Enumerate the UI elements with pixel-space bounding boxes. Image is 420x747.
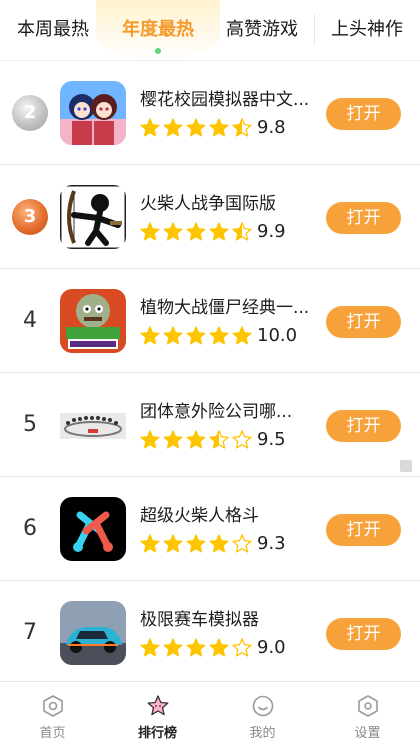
- nav-ranking-label: 排行榜: [137, 726, 177, 741]
- star-rating: [139, 532, 254, 556]
- rank-number: 6: [23, 516, 37, 541]
- list-item[interactable]: 6 超级火柴人格斗 9.3 打开: [0, 477, 420, 581]
- star-rating: [139, 324, 254, 348]
- medal-rank: 2: [23, 102, 37, 123]
- star-full-icon: [140, 326, 160, 345]
- list-item[interactable]: 3 火柴人战争国际版 9.9 打开: [0, 165, 420, 269]
- app-score: 9.0: [257, 637, 286, 658]
- open-button[interactable]: 打开: [326, 98, 401, 130]
- star-half-icon: [232, 222, 252, 241]
- list-item[interactable]: 5 团体意外险公司哪... 9.5 打开: [0, 373, 420, 477]
- star-half-icon: [209, 430, 229, 449]
- star-full-icon: [163, 222, 183, 241]
- nav-profile-label: 我的: [249, 726, 276, 741]
- star-full-icon: [209, 118, 229, 137]
- star-full-icon: [163, 638, 183, 657]
- nav-ranking[interactable]: 排行榜: [105, 682, 210, 747]
- list-item[interactable]: 7 极限赛车模拟器 9.0 打开: [0, 581, 420, 685]
- star-full-icon: [140, 534, 160, 553]
- app-score: 9.8: [257, 117, 286, 138]
- star-full-icon: [140, 430, 160, 449]
- race-car-icon[interactable]: [60, 601, 126, 665]
- star-full-icon: [163, 326, 183, 345]
- star-full-icon: [163, 118, 183, 137]
- stickman-archer-icon[interactable]: [60, 185, 126, 249]
- star-full-icon: [186, 430, 206, 449]
- app-title[interactable]: 火柴人战争国际版: [140, 189, 322, 214]
- stickman-fight-icon[interactable]: [60, 497, 126, 561]
- star-full-icon: [232, 326, 252, 345]
- open-button[interactable]: 打开: [326, 618, 401, 650]
- star-full-icon: [186, 534, 206, 553]
- rank-number: 4: [23, 308, 37, 333]
- star-rating: [139, 220, 254, 244]
- nav-home-label: 首页: [39, 726, 66, 741]
- medal-rank: 3: [23, 206, 37, 227]
- active-tab-dot: [155, 48, 161, 54]
- plants-vs-zombies-icon[interactable]: [60, 289, 126, 353]
- tab-weekly-hot[interactable]: 本周最热: [0, 0, 106, 60]
- home-icon: [43, 695, 63, 717]
- star-full-icon: [140, 638, 160, 657]
- tab-addictive[interactable]: 上头神作: [314, 0, 420, 60]
- silver-medal-icon: 2: [12, 95, 48, 131]
- nav-settings[interactable]: 设置: [315, 682, 420, 747]
- list-item[interactable]: 2 樱花校园模拟器中文... 9.8 打开: [0, 61, 420, 165]
- star-full-icon: [186, 638, 206, 657]
- star-full-icon: [163, 534, 183, 553]
- star-full-icon: [209, 638, 229, 657]
- star-full-icon: [140, 222, 160, 241]
- open-button[interactable]: 打开: [326, 306, 401, 338]
- star-full-icon: [186, 326, 206, 345]
- star-empty-icon: [232, 638, 252, 657]
- app-title[interactable]: 团体意外险公司哪...: [140, 397, 322, 422]
- app-title[interactable]: 植物大战僵尸经典一...: [140, 293, 322, 318]
- star-full-icon: [186, 222, 206, 241]
- app-title[interactable]: 极限赛车模拟器: [140, 605, 322, 630]
- app-score: 9.9: [257, 221, 286, 242]
- star-empty-icon: [232, 534, 252, 553]
- profile-smile-icon: [252, 695, 274, 717]
- star-rating: [139, 116, 254, 140]
- star-full-icon: [209, 222, 229, 241]
- bronze-medal-icon: 3: [12, 199, 48, 235]
- settings-icon: [358, 695, 378, 717]
- app-title[interactable]: 超级火柴人格斗: [140, 501, 322, 526]
- open-button[interactable]: 打开: [326, 514, 401, 546]
- list-item[interactable]: 4 植物大战僵尸经典一... 10.0 打开: [0, 269, 420, 373]
- insurance-ad-icon[interactable]: [60, 393, 126, 457]
- nav-profile[interactable]: 我的: [210, 682, 315, 747]
- nav-settings-label: 设置: [354, 726, 381, 741]
- ad-badge-icon[interactable]: [400, 460, 412, 472]
- app-score: 9.5: [257, 429, 286, 450]
- star-full-icon: [163, 430, 183, 449]
- nav-home[interactable]: 首页: [0, 682, 105, 747]
- bottom-navigation: 首页 排行榜 我的 设置: [0, 681, 420, 747]
- star-rating: [139, 428, 254, 452]
- ranking-star-icon: [147, 695, 169, 716]
- rank-number: 7: [23, 620, 37, 645]
- star-empty-icon: [232, 430, 252, 449]
- star-full-icon: [209, 326, 229, 345]
- tab-top-liked[interactable]: 高赞游戏: [210, 0, 314, 60]
- open-button[interactable]: 打开: [326, 410, 401, 442]
- open-button[interactable]: 打开: [326, 202, 401, 234]
- star-full-icon: [186, 118, 206, 137]
- rank-number: 5: [23, 412, 37, 437]
- anime-girls-icon[interactable]: [60, 81, 126, 145]
- star-half-icon: [232, 118, 252, 137]
- app-score: 9.3: [257, 533, 286, 554]
- star-rating: [139, 636, 254, 660]
- star-full-icon: [209, 534, 229, 553]
- top-tab-bar: 本周最热 年度最热 高赞游戏 上头神作: [0, 0, 420, 61]
- app-title[interactable]: 樱花校园模拟器中文...: [140, 85, 322, 110]
- star-full-icon: [140, 118, 160, 137]
- app-score: 10.0: [257, 325, 298, 346]
